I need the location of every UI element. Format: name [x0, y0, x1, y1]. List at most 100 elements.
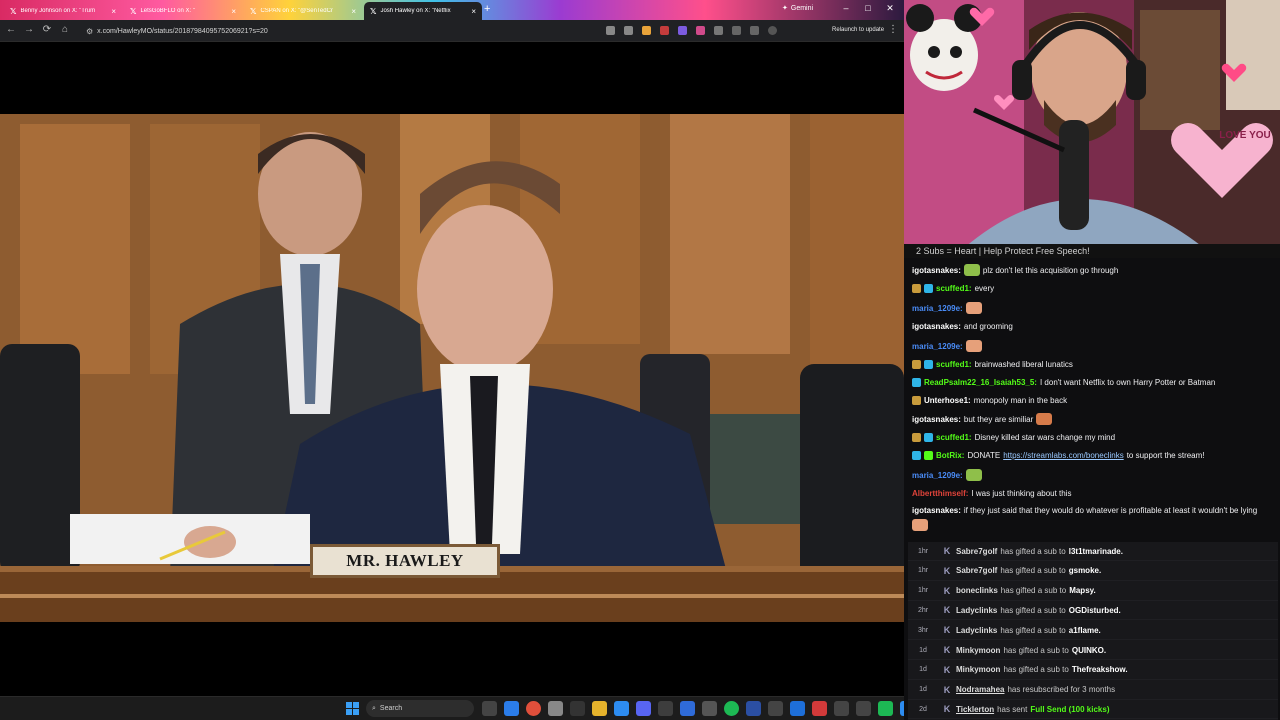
- bookmark-star-icon[interactable]: [624, 26, 633, 35]
- badge-icon: [924, 360, 933, 369]
- chat-username[interactable]: igotasnakes:: [912, 321, 961, 332]
- chat-username[interactable]: BotRix:: [936, 450, 964, 461]
- video-player[interactable]: MR. HAWLEY: [0, 42, 904, 694]
- event-target[interactable]: Thefreakshow.: [1072, 665, 1128, 674]
- close-window-button[interactable]: ✕: [882, 3, 898, 14]
- extension-icon[interactable]: [642, 26, 651, 35]
- chat-text: plz don't let this acquisition go throug…: [982, 265, 1119, 275]
- chat-username[interactable]: maria_1209e:: [912, 303, 963, 314]
- event-user[interactable]: Sabre7golf: [956, 547, 997, 556]
- event-target[interactable]: QUINKO.: [1072, 646, 1106, 655]
- event-target[interactable]: OGDisturbed.: [1069, 606, 1121, 615]
- chrome-icon[interactable]: [526, 701, 541, 716]
- event-age: 1d: [919, 646, 927, 654]
- event-user[interactable]: Ticklerton: [956, 705, 994, 714]
- chat-username[interactable]: igotasnakes:: [912, 414, 961, 425]
- windows-start-icon[interactable]: [346, 702, 359, 715]
- profile-avatar[interactable]: [768, 26, 777, 35]
- app-icon[interactable]: [548, 701, 563, 716]
- extension-icon[interactable]: [696, 26, 705, 35]
- chat-username[interactable]: scuffed1:: [936, 432, 972, 443]
- emote-icon: [965, 302, 982, 314]
- app-icon[interactable]: [812, 701, 827, 716]
- app-icon[interactable]: [746, 701, 761, 716]
- chat-link[interactable]: https://streamlabs.com/boneclinks: [1003, 450, 1124, 461]
- relaunch-button[interactable]: Relaunch to update: [828, 24, 889, 36]
- maximize-button[interactable]: □: [860, 3, 876, 13]
- folder-icon[interactable]: [592, 701, 607, 716]
- spotify-icon[interactable]: [724, 701, 739, 716]
- chat-username[interactable]: maria_1209e:: [912, 341, 963, 352]
- obs-icon[interactable]: [658, 701, 673, 716]
- video-frame: MR. HAWLEY: [0, 114, 904, 622]
- app-icon[interactable]: [878, 701, 893, 716]
- app-icon[interactable]: [856, 701, 871, 716]
- puzzle-icon[interactable]: [714, 26, 723, 35]
- chat-username[interactable]: scuffed1:: [936, 359, 972, 370]
- menu-kebab-icon[interactable]: ⋮: [888, 24, 898, 35]
- event-user[interactable]: Ladyclinks: [956, 606, 997, 615]
- task-view-icon[interactable]: [482, 701, 497, 716]
- app-icon[interactable]: [570, 701, 585, 716]
- event-target[interactable]: gsmoke.: [1069, 566, 1101, 575]
- event-target[interactable]: Mapsy.: [1069, 586, 1096, 595]
- close-icon[interactable]: ×: [351, 7, 356, 16]
- edge-icon[interactable]: [504, 701, 519, 716]
- event-age: 1hr: [917, 567, 929, 575]
- app-icon[interactable]: [680, 701, 695, 716]
- kick-logo-icon: K: [943, 684, 951, 695]
- chat-username[interactable]: ReadPsalm22_16_Isaiah53_5:: [924, 377, 1037, 388]
- close-icon[interactable]: ×: [111, 7, 116, 16]
- close-icon[interactable]: ×: [471, 7, 476, 16]
- event-target[interactable]: l3t1tmarinade.: [1069, 547, 1123, 556]
- discord-icon[interactable]: [636, 701, 651, 716]
- event-user[interactable]: Minkymoon: [956, 665, 1000, 674]
- event-user[interactable]: Ladyclinks: [956, 626, 997, 635]
- reload-button[interactable]: ⟳: [40, 24, 54, 35]
- event-user[interactable]: boneclinks: [956, 586, 998, 595]
- stream-banner: 2 Subs = Heart | Help Protect Free Speec…: [904, 244, 1280, 258]
- chat-message: ReadPsalm22_16_Isaiah53_5: I don't want N…: [912, 377, 1274, 388]
- back-button[interactable]: ←: [4, 24, 18, 35]
- forward-button[interactable]: →: [22, 24, 36, 35]
- chat-text: and grooming: [963, 322, 1013, 331]
- new-tab-button[interactable]: +: [484, 3, 490, 15]
- event-target[interactable]: a1flame.: [1069, 626, 1101, 635]
- event-user[interactable]: Nodramahea: [956, 685, 1004, 694]
- app-icon[interactable]: [834, 701, 849, 716]
- chat-username[interactable]: igotasnakes:: [912, 505, 961, 516]
- app-icon[interactable]: [768, 701, 783, 716]
- site-info-icon[interactable]: ⚙: [86, 27, 93, 36]
- emote-icon: [912, 519, 928, 531]
- app-icon[interactable]: [614, 701, 629, 716]
- chat-username[interactable]: Unterhose1:: [924, 395, 971, 406]
- tab-letsgobflo[interactable]: 𝕏 LetsGoBFLO on X: " ×: [124, 2, 242, 20]
- chat-username[interactable]: maria_1209e:: [912, 470, 963, 481]
- gemini-button[interactable]: ✦ Gemini: [782, 4, 814, 13]
- tab-cspan[interactable]: 𝕏 CSPAN on X: "@SenTedCr ×: [244, 2, 362, 20]
- event-user[interactable]: Sabre7golf: [956, 566, 997, 575]
- event-action: has sent: [997, 704, 1028, 714]
- app-icon[interactable]: [900, 701, 904, 716]
- event-user[interactable]: Minkymoon: [956, 646, 1000, 655]
- chat-username[interactable]: scuffed1:: [936, 283, 972, 294]
- tab-benny-johnson[interactable]: 𝕏 Benny Johnson on X: "Trum ×: [4, 2, 122, 20]
- home-button[interactable]: ⌂: [58, 24, 72, 35]
- tab-josh-hawley[interactable]: 𝕏 Josh Hawley on X: "Netflix ×: [364, 2, 482, 20]
- install-icon[interactable]: [606, 26, 615, 35]
- chat-username[interactable]: Albertthimself:: [912, 488, 968, 499]
- download-icon[interactable]: [750, 26, 759, 35]
- close-icon[interactable]: ×: [231, 7, 236, 16]
- app-icon[interactable]: [702, 701, 717, 716]
- minimize-button[interactable]: –: [838, 3, 854, 13]
- extension-icon[interactable]: [678, 26, 687, 35]
- taskbar-search[interactable]: ⌕ Search: [366, 700, 474, 717]
- tab-label: Benny Johnson on X: "Trum: [20, 8, 96, 14]
- event-action: has gifted a sub to: [1000, 546, 1066, 556]
- kick-logo-icon: K: [943, 645, 951, 655]
- gemini-label: Gemini: [790, 4, 814, 12]
- extension-icon[interactable]: [660, 26, 669, 35]
- app-icon[interactable]: [790, 701, 805, 716]
- sidebar-icon[interactable]: [732, 26, 741, 35]
- chat-username[interactable]: igotasnakes:: [912, 265, 961, 276]
